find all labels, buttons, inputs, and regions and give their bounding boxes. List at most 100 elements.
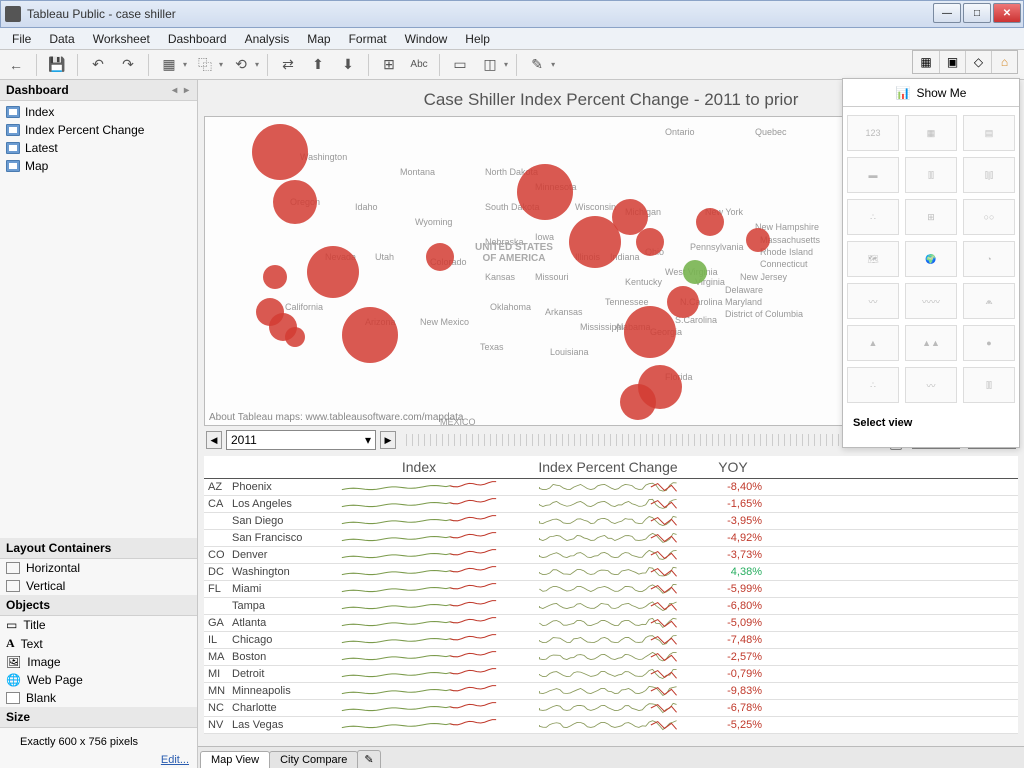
map-bubble[interactable] — [307, 246, 359, 298]
view-btn-4[interactable]: ⌂ — [991, 51, 1017, 73]
close-button[interactable]: ✕ — [993, 3, 1021, 23]
sort-asc-icon[interactable]: ⬆ — [306, 53, 330, 77]
menu-window[interactable]: Window — [397, 30, 456, 48]
year-prev-button[interactable]: ◀ — [206, 431, 222, 449]
tab-new[interactable]: ✎ — [357, 750, 380, 768]
chart-type-0[interactable]: 123 — [847, 115, 899, 151]
map-bubble[interactable] — [426, 243, 454, 271]
menu-file[interactable]: File — [4, 30, 39, 48]
chart-type-9[interactable]: 🗺 — [847, 241, 899, 277]
year-next-button[interactable]: ▶ — [380, 431, 396, 449]
obj-text[interactable]: AText — [0, 634, 197, 653]
table-row[interactable]: NV Las Vegas -5,25% — [204, 717, 1018, 734]
table-row[interactable]: CO Denver -3,73% — [204, 547, 1018, 564]
layout-vertical[interactable]: Vertical — [0, 577, 197, 595]
chart-type-5[interactable]: ⫿|⫿ — [963, 157, 1015, 193]
menu-help[interactable]: Help — [457, 30, 498, 48]
table-row[interactable]: IL Chicago -7,48% — [204, 632, 1018, 649]
menu-map[interactable]: Map — [299, 30, 338, 48]
sheet-ipc[interactable]: Index Percent Change — [0, 121, 197, 139]
size-edit-link[interactable]: Edit... — [0, 752, 197, 768]
collapse-icon[interactable]: ◂ ▸ — [172, 85, 191, 96]
chart-type-4[interactable]: ⫿⫿ — [905, 157, 957, 193]
year-select[interactable]: 2011▾ — [226, 430, 376, 450]
menu-analysis[interactable]: Analysis — [237, 30, 298, 48]
table-row[interactable]: DC Washington 4,38% — [204, 564, 1018, 581]
map-bubble[interactable] — [620, 384, 656, 420]
showme-header[interactable]: 📊 Show Me — [843, 79, 1019, 107]
map-bubble[interactable] — [285, 327, 305, 347]
chart-type-12[interactable]: 〰 — [847, 283, 899, 319]
chart-type-18[interactable]: ∴ — [847, 367, 899, 403]
sheet-index[interactable]: Index — [0, 103, 197, 121]
map-bubble[interactable] — [517, 164, 573, 220]
sheet-map[interactable]: Map — [0, 157, 197, 175]
redo-icon[interactable]: ↷ — [116, 53, 140, 77]
view-btn-1[interactable]: ▦ — [913, 51, 939, 73]
tab-city-compare[interactable]: City Compare — [269, 751, 358, 768]
save-icon[interactable]: 💾 — [45, 53, 69, 77]
map-bubble[interactable] — [252, 124, 308, 180]
chart-type-2[interactable]: ▤ — [963, 115, 1015, 151]
chart-type-10[interactable]: 🌍 — [905, 241, 957, 277]
chart-type-13[interactable]: 〰〰 — [905, 283, 957, 319]
chart-type-19[interactable]: 〰 — [905, 367, 957, 403]
new-sheet-icon[interactable]: ▦ — [157, 53, 181, 77]
chart-type-16[interactable]: ▲▲ — [905, 325, 957, 361]
map-bubble[interactable] — [263, 265, 287, 289]
sort-desc-icon[interactable]: ⬇ — [336, 53, 360, 77]
obj-image[interactable]: 🖼Image — [0, 653, 197, 671]
chart-type-7[interactable]: ⊞ — [905, 199, 957, 235]
clear-icon[interactable]: ⟲ — [229, 53, 253, 77]
menu-dashboard[interactable]: Dashboard — [160, 30, 235, 48]
back-icon[interactable]: ← — [4, 53, 28, 77]
chart-type-1[interactable]: ▦ — [905, 115, 957, 151]
undo-icon[interactable]: ↶ — [86, 53, 110, 77]
chart-type-8[interactable]: ○○ — [963, 199, 1015, 235]
table-row[interactable]: Tampa -6,80% — [204, 598, 1018, 615]
view-btn-2[interactable]: ▣ — [939, 51, 965, 73]
menu-data[interactable]: Data — [41, 30, 82, 48]
map-bubble[interactable] — [273, 180, 317, 224]
table-row[interactable]: GA Atlanta -5,09% — [204, 615, 1018, 632]
chart-type-14[interactable]: ⩕ — [963, 283, 1015, 319]
swap-icon[interactable]: ⇄ — [276, 53, 300, 77]
map-bubble[interactable] — [683, 260, 707, 284]
table-row[interactable]: MN Minneapolis -9,83% — [204, 683, 1018, 700]
layout-horizontal[interactable]: Horizontal — [0, 559, 197, 577]
maximize-button[interactable]: □ — [963, 3, 991, 23]
label-icon[interactable]: Abc — [407, 53, 431, 77]
map-bubble[interactable] — [342, 307, 398, 363]
view-btn-3[interactable]: ◇ — [965, 51, 991, 73]
table-row[interactable]: FL Miami -5,99% — [204, 581, 1018, 598]
chart-type-3[interactable]: ▬ — [847, 157, 899, 193]
table-row[interactable]: MI Detroit -0,79% — [204, 666, 1018, 683]
map-bubble[interactable] — [696, 208, 724, 236]
sheet-latest[interactable]: Latest — [0, 139, 197, 157]
chart-type-15[interactable]: ▲ — [847, 325, 899, 361]
table-row[interactable]: CA Los Angeles -1,65% — [204, 496, 1018, 513]
chart-type-11[interactable]: ◔ — [963, 241, 1015, 277]
obj-blank[interactable]: Blank — [0, 689, 197, 707]
obj-webpage[interactable]: 🌐Web Page — [0, 671, 197, 689]
tab-map-view[interactable]: Map View — [200, 751, 270, 768]
menu-format[interactable]: Format — [341, 30, 395, 48]
group-icon[interactable]: ⊞ — [377, 53, 401, 77]
presentation-icon[interactable]: ▭ — [448, 53, 472, 77]
chart-type-20[interactable]: ⫿⫿ — [963, 367, 1015, 403]
table-row[interactable]: San Diego -3,95% — [204, 513, 1018, 530]
minimize-button[interactable]: — — [933, 3, 961, 23]
table-row[interactable]: AZ Phoenix -8,40% — [204, 479, 1018, 496]
map-bubble[interactable] — [624, 306, 676, 358]
obj-title[interactable]: ▭Title — [0, 616, 197, 634]
highlight-icon[interactable]: ✎ — [525, 53, 549, 77]
duplicate-icon[interactable]: ⿻ — [193, 53, 217, 77]
fit-icon[interactable]: ◫ — [478, 53, 502, 77]
chart-type-6[interactable]: ∴ — [847, 199, 899, 235]
map-bubble[interactable] — [636, 228, 664, 256]
year-slider[interactable] — [406, 434, 902, 446]
table-row[interactable]: NC Charlotte -6,78% — [204, 700, 1018, 717]
chart-type-17[interactable]: ● — [963, 325, 1015, 361]
table-row[interactable]: San Francisco -4,92% — [204, 530, 1018, 547]
map-bubble[interactable] — [746, 228, 770, 252]
